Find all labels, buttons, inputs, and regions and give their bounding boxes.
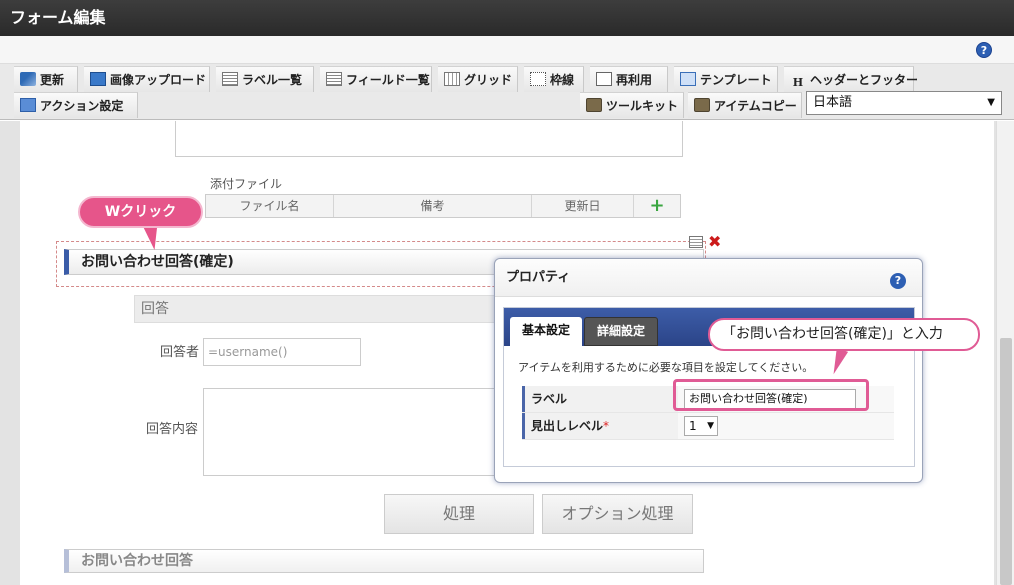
update-button[interactable]: 更新: [14, 66, 78, 92]
tab-detail-settings[interactable]: 詳細設定: [584, 317, 659, 346]
heading-item-bottom[interactable]: お問い合わせ回答: [64, 549, 704, 573]
action-settings-button[interactable]: アクション設定: [14, 92, 138, 118]
help-icon[interactable]: ?: [890, 273, 906, 289]
reuse-button[interactable]: 再利用: [590, 66, 668, 92]
header-icon: H: [792, 76, 804, 89]
attach-label: 添付ファイル: [210, 177, 283, 191]
frame-button[interactable]: 枠線: [524, 66, 584, 92]
delete-item-icon[interactable]: ✖: [708, 232, 721, 251]
grid-icon: [444, 72, 460, 86]
content-label: 回答内容: [146, 422, 199, 437]
property-row-heading-level: 見出しレベル* 1 ▼: [522, 413, 894, 440]
scrollbar-thumb[interactable]: [1000, 338, 1012, 585]
attach-table: ファイル名 備考 更新日 +: [205, 194, 681, 218]
attach-col-filename: ファイル名: [206, 195, 334, 217]
list-icon: [222, 72, 238, 86]
item-edit-icon[interactable]: [689, 236, 703, 248]
properties-dialog: プロパティ ? 基本設定 詳細設定 アイテムを利用するために必要な項目を設定して…: [494, 258, 923, 483]
field-list-button[interactable]: フィールド一覧: [320, 66, 432, 92]
responder-input[interactable]: =username(): [203, 338, 361, 366]
input-highlight: [673, 379, 869, 411]
double-click-callout: Wクリック: [78, 196, 203, 228]
property-key: ラベル: [522, 386, 678, 412]
toolkit-icon: [694, 98, 710, 112]
list-icon: [326, 72, 342, 86]
language-select[interactable]: 日本語 ▼: [806, 91, 1002, 115]
item-copy-button[interactable]: アイテムコピー: [688, 92, 802, 118]
heading-level-select[interactable]: 1 ▼: [684, 416, 718, 436]
process-button[interactable]: 処理: [384, 494, 534, 534]
property-key: 見出しレベル*: [522, 413, 678, 439]
tab-basic-settings[interactable]: 基本設定: [510, 317, 583, 346]
instruction-callout: 「お問い合わせ回答(確定)」と入力: [708, 318, 980, 351]
content-textarea[interactable]: [203, 388, 503, 476]
update-icon: [20, 72, 36, 86]
header-footer-button[interactable]: H ヘッダーとフッター: [784, 66, 918, 92]
add-attachment-button[interactable]: +: [634, 195, 680, 217]
dropdown-arrow-icon: ▼: [987, 97, 995, 108]
dialog-title: プロパティ: [495, 259, 922, 297]
template-button[interactable]: テンプレート: [674, 66, 778, 92]
responder-label: 回答者: [160, 345, 200, 360]
grid-button[interactable]: グリッド: [438, 66, 518, 92]
toolkit-button[interactable]: ツールキット: [580, 92, 684, 118]
image-upload-icon: [90, 72, 106, 86]
attach-col-note: 備考: [334, 195, 532, 217]
template-icon: [680, 72, 696, 86]
help-icon[interactable]: ?: [976, 42, 992, 58]
attach-col-date: 更新日: [532, 195, 634, 217]
plus-icon: +: [649, 195, 665, 216]
help-bar: ?: [0, 36, 1014, 64]
reuse-icon: [596, 72, 612, 86]
window-title: フォーム編集: [0, 0, 1014, 36]
action-icon: [20, 98, 36, 112]
label-list-button[interactable]: ラベル一覧: [216, 66, 314, 92]
form-textarea-top[interactable]: [175, 121, 683, 157]
dropdown-arrow-icon: ▼: [707, 421, 714, 431]
dialog-description: アイテムを利用するために必要な項目を設定してください。: [518, 361, 814, 374]
required-mark: *: [603, 419, 610, 433]
option-process-button[interactable]: オプション処理: [542, 494, 693, 534]
frame-icon: [530, 72, 546, 86]
image-upload-button[interactable]: 画像アップロード: [84, 66, 210, 92]
toolkit-icon: [586, 98, 602, 112]
